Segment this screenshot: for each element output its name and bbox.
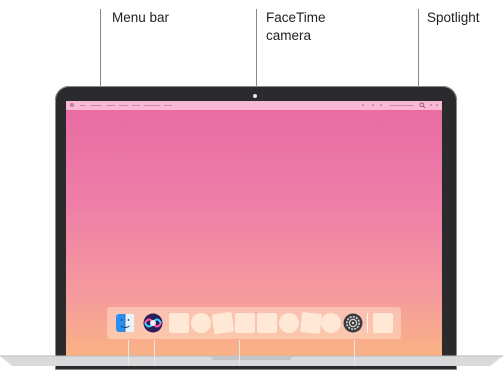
menu-item [80, 105, 86, 106]
dock-app-icon [321, 313, 341, 333]
finder-icon [116, 314, 134, 332]
menu-item [119, 105, 128, 106]
menu-item [164, 105, 172, 106]
menu-bar [66, 101, 442, 110]
menu-item [90, 105, 102, 106]
status-icon [362, 104, 364, 106]
dock [107, 307, 401, 339]
finder-callout-line [128, 340, 129, 366]
facetime-camera [253, 94, 257, 98]
laptop-screen [66, 101, 442, 366]
dock-callout-line [239, 340, 240, 366]
siri-icon [143, 313, 163, 333]
dock-app-icon [235, 313, 255, 333]
dock-app-icon [300, 312, 322, 334]
dock-app-icon [257, 313, 277, 333]
dock-app-icon [211, 311, 235, 335]
siri-callout-line [154, 340, 155, 366]
menu-item [106, 105, 115, 106]
menu-item [144, 105, 160, 106]
facetime-camera-label-line1: FaceTime [266, 10, 326, 25]
dock-app-icon [191, 313, 211, 333]
search-icon [419, 102, 426, 109]
status-icon [380, 104, 382, 106]
notification-icon [436, 104, 438, 106]
control-center-icon [430, 104, 432, 106]
facetime-camera-label-line2: camera [266, 28, 312, 43]
spotlight-label: Spotlight [427, 10, 480, 25]
dock-app-icon [169, 313, 189, 333]
trash-icon [373, 313, 393, 333]
menu-clock [390, 105, 414, 106]
diagram-root: { "labels": { "menu_bar": "Menu bar", "f… [0, 0, 503, 370]
system-preferences-callout-line [354, 340, 355, 366]
dock-separator [367, 313, 368, 333]
apple-menu-icon [70, 103, 74, 107]
menu-bar-label: Menu bar [112, 10, 170, 25]
status-icon [372, 104, 374, 106]
gear-icon [343, 313, 363, 333]
facetime-camera-callout-line [256, 9, 257, 93]
dock-app-icon [279, 313, 299, 333]
menu-item [132, 105, 140, 106]
